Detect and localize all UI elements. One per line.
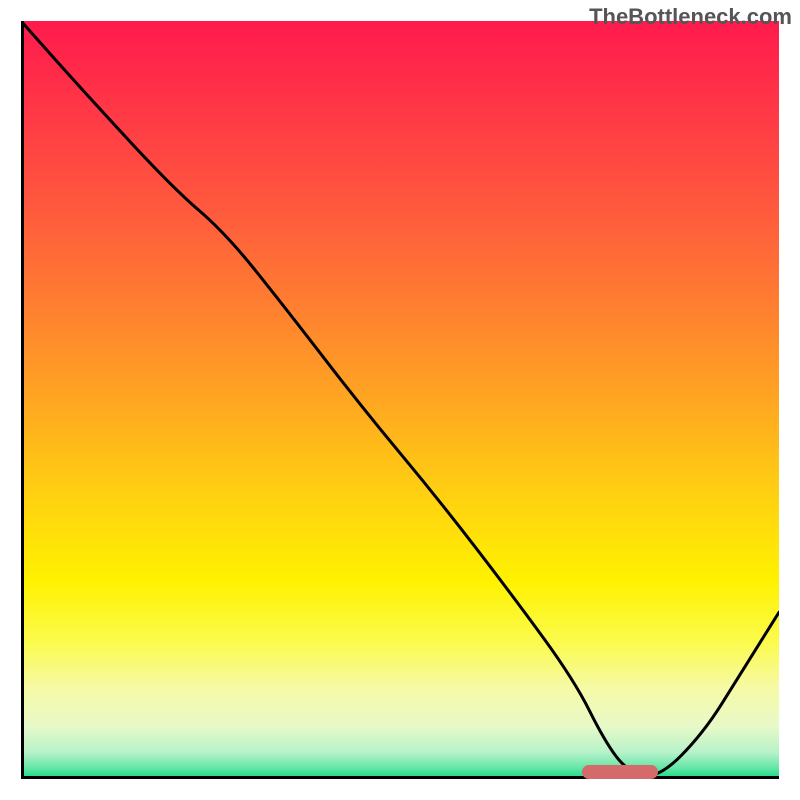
highlight-marker bbox=[582, 765, 658, 779]
watermark-text: TheBottleneck.com bbox=[589, 4, 792, 30]
plot-area bbox=[21, 21, 779, 779]
axis-frame bbox=[21, 21, 779, 779]
